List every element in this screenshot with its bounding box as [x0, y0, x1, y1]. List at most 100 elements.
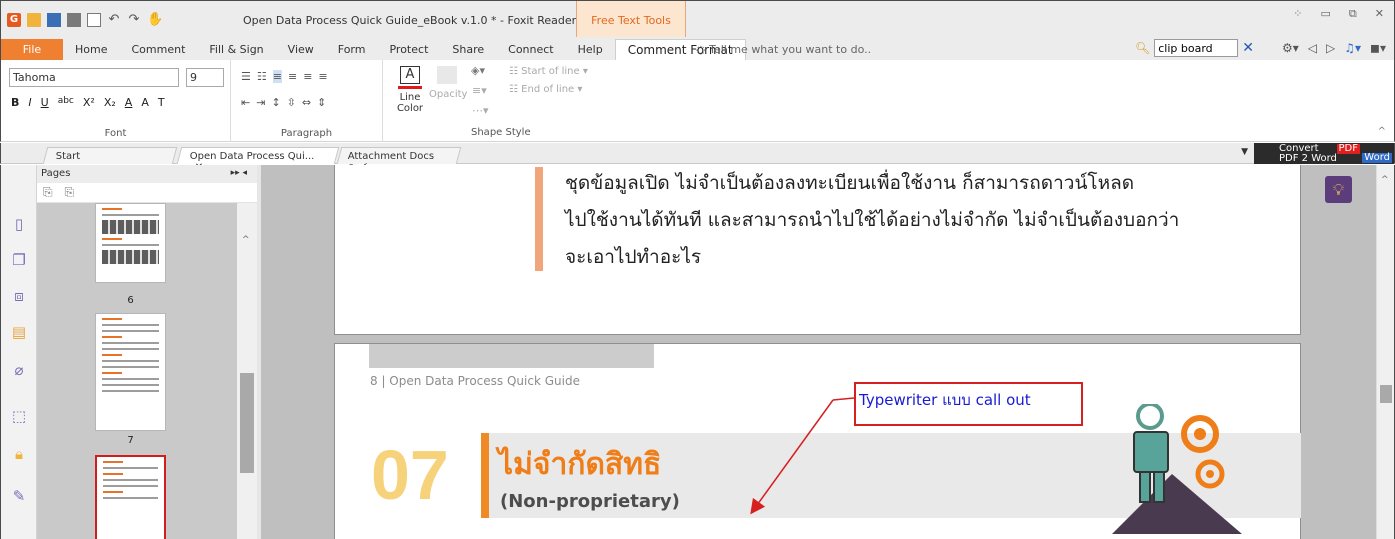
bookmark-icon[interactable]: ▯ [10, 215, 28, 233]
start-of-line-dropdown[interactable]: ☷ Start of line ▾ [509, 66, 588, 77]
lightbulb-assistant-icon[interactable]: 💡︎ [1325, 176, 1352, 203]
find-icon[interactable]: 🔍︎ [1135, 41, 1150, 55]
foxit-app-icon[interactable]: G [7, 13, 21, 27]
fill-color-icon[interactable]: ◈▾ [471, 64, 485, 77]
dash-style-icon[interactable]: ⋯▾ [472, 104, 489, 117]
line-color-button[interactable]: A Line Color [393, 66, 427, 114]
typewriter-callout-annotation[interactable]: Typewriter แบบ call out [854, 382, 1083, 426]
justify-icon[interactable]: ≡ [318, 70, 327, 83]
quote-line-3: จะเอาไปทำอะไร [565, 246, 702, 268]
thumbnail-scroll-thumb[interactable] [240, 373, 254, 473]
char-spacing-icon[interactable]: ⇔ [302, 96, 311, 109]
page-zoom-icon[interactable]: ⎘ [64, 185, 74, 199]
tab-connect[interactable]: Connect [496, 39, 565, 60]
doc-tab-attachment[interactable]: Attachment Docs พิมพ์... [336, 147, 462, 175]
panel-collapse-icon[interactable]: ▸▸ ◂ [231, 168, 247, 178]
underline-button[interactable]: U [41, 96, 49, 109]
notification-icon[interactable]: ♫▾ [1344, 41, 1361, 55]
bullet-list-icon[interactable]: ☰ [241, 70, 251, 83]
document-scroll-thumb[interactable] [1380, 385, 1392, 403]
opacity-button[interactable]: Opacity [429, 66, 467, 100]
thumb-scroll-up-icon[interactable]: ^ [242, 235, 250, 245]
redo-icon[interactable]: ↷ [127, 13, 141, 27]
end-of-line-dropdown[interactable]: ☷ End of line ▾ [509, 84, 582, 95]
sign-tool-icon[interactable]: ✎ [10, 487, 28, 505]
text-size-button[interactable]: A [141, 96, 149, 109]
thumb-line [102, 354, 122, 356]
shape-style-label: Shape Style [471, 127, 531, 138]
tab-file[interactable]: File [1, 39, 63, 60]
save-icon[interactable] [47, 13, 61, 27]
italic-button[interactable]: I [28, 96, 31, 109]
next-icon[interactable]: ▷ [1326, 41, 1335, 55]
account-icon[interactable]: ◼▾ [1370, 41, 1386, 55]
align-left-icon[interactable]: ≡ [272, 70, 282, 83]
thumb-line [102, 390, 159, 392]
thumb-line [102, 318, 122, 320]
page-thumbnail-7[interactable] [95, 313, 166, 431]
print-icon[interactable] [67, 13, 81, 27]
tab-view[interactable]: View [276, 39, 326, 60]
indent-increase-icon[interactable]: ⇥ [256, 96, 265, 109]
tab-form[interactable]: Form [326, 39, 378, 60]
font-name-select[interactable]: Tahoma [9, 68, 179, 87]
minimize-button[interactable]: ▭ [1321, 7, 1331, 21]
bold-button[interactable]: B [11, 96, 19, 109]
attachment-icon[interactable]: ⌀ [10, 361, 28, 379]
document-scrollbar[interactable]: ^ [1376, 165, 1395, 539]
undo-icon[interactable]: ↶ [107, 13, 121, 27]
tab-protect[interactable]: Protect [377, 39, 440, 60]
comments-icon[interactable]: ▤ [10, 323, 28, 341]
layers-icon[interactable]: ⧈ [10, 287, 28, 305]
doc-tab-open-data[interactable]: Open Data Process Qui... ✕ [176, 147, 340, 173]
signature-panel-icon[interactable]: ⬚ [10, 407, 28, 425]
thumbnail-scrollbar[interactable]: ^ [237, 203, 257, 539]
clear-search-icon[interactable]: ✕ [1242, 40, 1254, 56]
line-style-icon[interactable]: ≡▾ [472, 84, 487, 97]
word-badge: Word [1362, 152, 1392, 163]
page-thumbnail-6[interactable] [95, 203, 166, 283]
ribbon-display-icon[interactable]: ⁘ [1293, 7, 1302, 21]
tell-me-box[interactable]: ◌ Tell me what you want to do.. [696, 43, 871, 56]
tab-comment[interactable]: Comment [119, 39, 197, 60]
font-color-button[interactable]: A [125, 96, 133, 109]
restore-button[interactable]: ⧉ [1349, 7, 1357, 21]
collapse-ribbon-icon[interactable]: ^ [1378, 126, 1386, 137]
search-input[interactable] [1154, 39, 1239, 57]
strikethrough-button[interactable]: abc [58, 96, 74, 109]
pages-icon[interactable]: ❐ [10, 251, 28, 269]
text-style-button[interactable]: T [158, 96, 165, 109]
settings-icon[interactable]: ⚙▾ [1282, 41, 1299, 55]
superscript-button[interactable]: X² [83, 96, 95, 109]
align-center-icon[interactable]: ≡ [288, 70, 297, 83]
scroll-up-icon[interactable]: ^ [1381, 175, 1389, 185]
more-spacing-icon[interactable]: ⇕ [317, 96, 326, 109]
page-options-icon[interactable]: ⎘ [43, 185, 53, 199]
line-spacing-icon[interactable]: ↕ [271, 96, 280, 109]
open-folder-icon[interactable] [27, 13, 41, 27]
tab-share[interactable]: Share [440, 39, 496, 60]
align-right-icon[interactable]: ≡ [303, 70, 312, 83]
tab-fill-sign[interactable]: Fill & Sign [197, 39, 275, 60]
tab-list-dropdown-icon[interactable]: ▼ [1241, 147, 1248, 157]
close-button[interactable]: ✕ [1375, 7, 1384, 21]
indent-decrease-icon[interactable]: ⇤ [241, 96, 250, 109]
numbered-list-icon[interactable]: ☷ [257, 70, 267, 83]
tab-help[interactable]: Help [566, 39, 615, 60]
header-band [369, 344, 654, 368]
doc-tab-start[interactable]: Start [42, 147, 178, 164]
security-lock-icon[interactable]: 🔒︎ [10, 445, 28, 463]
subscript-button[interactable]: X₂ [104, 96, 116, 109]
tab-home[interactable]: Home [63, 39, 119, 60]
paragraph-spacing-icon[interactable]: ⇳ [287, 96, 296, 109]
page-thumbnail-8[interactable] [95, 455, 166, 539]
thumb-line [102, 348, 159, 350]
thumb-line [102, 336, 122, 338]
font-size-select[interactable]: 9 [186, 68, 224, 87]
hand-tool-icon[interactable]: ✋ [147, 13, 163, 27]
previous-icon[interactable]: ◁ [1308, 41, 1317, 55]
thumb-table [102, 250, 159, 264]
convert-pdf-word-banner[interactable]: Convert PDF 2 Word PDF Word [1254, 143, 1394, 164]
blank-page-icon[interactable] [87, 13, 101, 27]
page-number-6: 6 [127, 295, 134, 306]
